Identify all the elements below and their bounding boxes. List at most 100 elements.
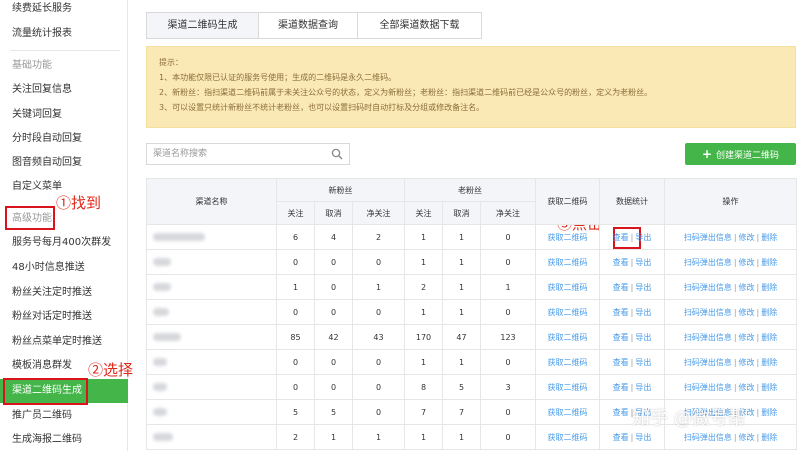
separator: | (630, 432, 634, 442)
sidebar-item-follow-reply[interactable]: 关注回复信息 (0, 79, 128, 101)
annotation-box-channel-qr (3, 378, 88, 405)
sidebar-item-follow-push[interactable]: 粉丝关注定时推送 (0, 282, 128, 304)
get-qr-link[interactable]: 获取二维码 (548, 433, 588, 442)
view-link[interactable]: 查看 (613, 258, 629, 267)
scan-popup-link[interactable]: 扫码弹出信息 (684, 283, 732, 292)
new-follow-cell: 0 (276, 249, 315, 275)
export-link[interactable]: 导出 (635, 233, 651, 242)
notice-line-3: 3、可以设置只统计新粉丝不统计老粉丝，也可以设置扫码时自动打标及分组或修改备注名… (159, 103, 485, 112)
scan-popup-link[interactable]: 扫码弹出信息 (684, 383, 732, 392)
view-link[interactable]: 查看 (613, 233, 629, 242)
scan-popup-link[interactable]: 扫码弹出信息 (684, 358, 732, 367)
edit-link[interactable]: 修改 (739, 383, 755, 392)
old-net-cell: 123 (480, 324, 537, 350)
view-link[interactable]: 查看 (613, 383, 629, 392)
delete-link[interactable]: 删除 (761, 333, 777, 342)
get-qr-link[interactable]: 获取二维码 (548, 308, 588, 317)
scan-popup-link[interactable]: 扫码弹出信息 (684, 333, 732, 342)
export-link[interactable]: 导出 (635, 283, 651, 292)
delete-link[interactable]: 删除 (761, 408, 777, 417)
export-link[interactable]: 导出 (635, 358, 651, 367)
view-link[interactable]: 查看 (613, 433, 629, 442)
tab-bar: 渠道二维码生成 渠道数据查询 全部渠道数据下载 (146, 12, 482, 39)
separator: | (630, 232, 634, 242)
get-qr-link[interactable]: 获取二维码 (548, 258, 588, 267)
delete-link[interactable]: 删除 (761, 308, 777, 317)
get-qr-link[interactable]: 获取二维码 (548, 283, 588, 292)
edit-link[interactable]: 修改 (739, 258, 755, 267)
export-link[interactable]: 导出 (635, 433, 651, 442)
export-link[interactable]: 导出 (635, 308, 651, 317)
tab-channel-data-query[interactable]: 渠道数据查询 (259, 13, 358, 38)
sidebar-item-renew[interactable]: 续费延长服务 (0, 0, 128, 20)
notice-line-2: 2、新粉丝：指扫渠道二维码前属于未关注公众号的状态，定义为新粉丝；老粉丝：指扫渠… (159, 88, 653, 97)
header-new-cancel: 取消 (314, 201, 353, 225)
scan-popup-link[interactable]: 扫码弹出信息 (684, 233, 732, 242)
old-follow-cell: 1 (404, 299, 444, 325)
get-qr-link[interactable]: 获取二维码 (548, 233, 588, 242)
sidebar-item-48h-push[interactable]: 48小时信息推送 (0, 257, 128, 279)
scan-popup-link[interactable]: 扫码弹出信息 (684, 308, 732, 317)
edit-link[interactable]: 修改 (739, 433, 755, 442)
scan-popup-link[interactable]: 扫码弹出信息 (684, 433, 732, 442)
view-link[interactable]: 查看 (613, 408, 629, 417)
stats-cell: 查看 | 导出 (599, 349, 666, 375)
delete-link[interactable]: 删除 (761, 283, 777, 292)
edit-link[interactable]: 修改 (739, 358, 755, 367)
channel-name-cell (146, 349, 277, 375)
edit-link[interactable]: 修改 (739, 283, 755, 292)
delete-link[interactable]: 删除 (761, 233, 777, 242)
search-box (146, 143, 350, 165)
search-input[interactable] (147, 144, 327, 164)
sidebar-item-mass-send[interactable]: 服务号每月400次群发 (0, 232, 128, 254)
view-link[interactable]: 查看 (613, 283, 629, 292)
separator: | (756, 282, 760, 292)
export-link[interactable]: 导出 (635, 383, 651, 392)
search-icon[interactable] (331, 148, 343, 160)
annotation-box-advanced (5, 206, 55, 230)
scan-popup-link[interactable]: 扫码弹出信息 (684, 258, 732, 267)
view-link[interactable]: 查看 (613, 358, 629, 367)
blurred-channel-name (153, 233, 205, 241)
actions-cell: 扫码弹出信息 | 修改 | 删除 (664, 324, 798, 350)
new-net-cell: 1 (351, 424, 406, 450)
export-link[interactable]: 导出 (635, 258, 651, 267)
get-qr-cell: 获取二维码 (535, 424, 601, 450)
edit-link[interactable]: 修改 (739, 308, 755, 317)
get-qr-link[interactable]: 获取二维码 (548, 333, 588, 342)
tab-channel-qr-create[interactable]: 渠道二维码生成 (147, 13, 259, 38)
edit-link[interactable]: 修改 (739, 233, 755, 242)
new-net-cell: 0 (351, 349, 406, 375)
sidebar-item-media-reply[interactable]: 图音频自动回复 (0, 152, 128, 174)
tab-channel-data-download[interactable]: 全部渠道数据下载 (358, 13, 481, 38)
get-qr-link[interactable]: 获取二维码 (548, 383, 588, 392)
export-link[interactable]: 导出 (635, 333, 651, 342)
separator: | (733, 307, 737, 317)
table-row: 1 0 1 2 1 1 获取二维码 查看 | 导出 扫码弹出信息 | 修改 | 删除 (146, 274, 798, 300)
delete-link[interactable]: 删除 (761, 383, 777, 392)
old-cancel-cell: 7 (442, 399, 482, 425)
get-qr-link[interactable]: 获取二维码 (548, 408, 588, 417)
get-qr-link[interactable]: 获取二维码 (548, 358, 588, 367)
delete-link[interactable]: 删除 (761, 433, 777, 442)
sidebar-item-keyword-reply[interactable]: 关键词回复 (0, 104, 128, 126)
sidebar-item-poster-qr[interactable]: 生成海报二维码 (0, 429, 128, 451)
header-old-fans: 老粉丝 (404, 178, 537, 202)
delete-link[interactable]: 删除 (761, 258, 777, 267)
edit-link[interactable]: 修改 (739, 333, 755, 342)
create-channel-qr-button[interactable]: + 创建渠道二维码 (685, 143, 796, 165)
sidebar-item-traffic-report[interactable]: 流量统计报表 (0, 23, 128, 45)
new-follow-cell: 0 (276, 349, 315, 375)
view-link[interactable]: 查看 (613, 308, 629, 317)
new-net-cell: 1 (351, 274, 406, 300)
sidebar-item-menu-push[interactable]: 粉丝点菜单定时推送 (0, 331, 128, 353)
view-link[interactable]: 查看 (613, 333, 629, 342)
sidebar-item-timed-reply[interactable]: 分时段自动回复 (0, 128, 128, 150)
sidebar-item-promoter-qr[interactable]: 推广员二维码 (0, 405, 128, 427)
delete-link[interactable]: 删除 (761, 358, 777, 367)
separator: | (733, 257, 737, 267)
old-cancel-cell: 1 (442, 349, 482, 375)
old-follow-cell: 170 (404, 324, 444, 350)
sidebar-item-chat-push[interactable]: 粉丝对话定时推送 (0, 306, 128, 328)
separator: | (756, 307, 760, 317)
